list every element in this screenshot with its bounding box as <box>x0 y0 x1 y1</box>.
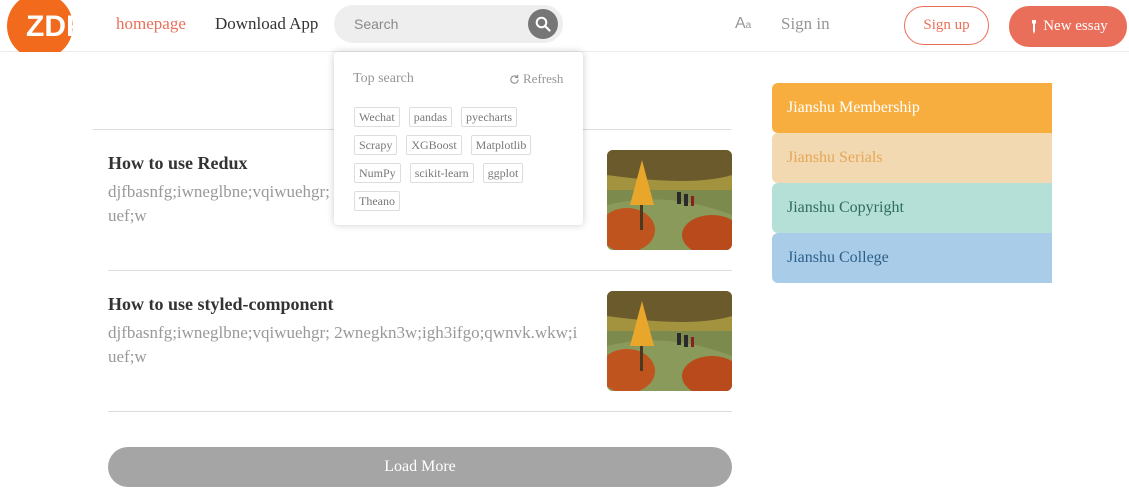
top-search-title: Top search <box>353 71 414 86</box>
top-navbar: ZDF homepage Download App Aa Sign in Sig… <box>0 0 1129 52</box>
search-tag[interactable]: Scrapy <box>354 135 398 155</box>
article-thumbnail[interactable] <box>607 291 732 391</box>
search-tag[interactable]: XGBoost <box>406 135 462 155</box>
autumn-landscape-image <box>607 291 732 391</box>
search-tag[interactable]: scikit-learn <box>409 163 474 183</box>
pen-icon <box>1032 19 1037 34</box>
page: ZDF homepage Download App Aa Sign in Sig… <box>0 0 1129 491</box>
nav-homepage-link[interactable]: homepage <box>116 14 186 34</box>
autumn-landscape-image <box>607 150 732 250</box>
article-description: djfbasnfg;iwneglbne;vqiwuehgr; 2wnegkn3w… <box>108 323 578 366</box>
load-more-button[interactable]: Load More <box>108 447 732 487</box>
zdf-logo-icon: ZDF <box>7 0 84 52</box>
board-jianshu-copyright[interactable]: Jianshu Copyright <box>772 183 1052 233</box>
article-title[interactable]: How to use styled-component <box>108 294 334 315</box>
nav-download-app-link[interactable]: Download App <box>215 14 318 34</box>
search-tag[interactable]: pandas <box>408 107 453 127</box>
board-jianshu-serials[interactable]: Jianshu Serials <box>772 133 1052 183</box>
logo[interactable]: ZDF <box>0 0 98 52</box>
font-size-icon[interactable]: Aa <box>735 15 751 33</box>
article-thumbnail[interactable] <box>607 150 732 250</box>
sign-up-button[interactable]: Sign up <box>904 6 989 45</box>
search-tag[interactable]: Wechat <box>354 107 400 127</box>
refresh-icon <box>510 74 519 84</box>
article-title[interactable]: How to use Redux <box>108 153 248 174</box>
search-tag[interactable]: NumPy <box>354 163 401 183</box>
search-suggestions-popup: Top search Refresh Wechat pandas pyecharts… <box>334 52 583 225</box>
search-tag[interactable]: ggplot <box>482 163 524 183</box>
search-tag[interactable]: pyecharts <box>461 107 517 127</box>
search-icon <box>535 16 551 32</box>
article-divider <box>108 411 732 412</box>
article-divider <box>108 270 732 271</box>
search-button[interactable] <box>528 9 558 39</box>
board-jianshu-membership[interactable]: Jianshu Membership <box>772 83 1052 133</box>
board-jianshu-college[interactable]: Jianshu College <box>772 233 1052 283</box>
top-search-tags: Wechat pandas pyecharts Scrapy XGBoost Matplo… <box>354 107 574 219</box>
new-essay-button[interactable]: New essay <box>1009 6 1127 47</box>
sign-in-link[interactable]: Sign in <box>781 14 830 34</box>
new-essay-label: New essay <box>1043 18 1108 34</box>
refresh-button[interactable]: Refresh <box>509 71 563 87</box>
refresh-label: Refresh <box>523 71 564 86</box>
search-input[interactable] <box>354 6 524 42</box>
search-tag[interactable]: Matplotlib <box>470 135 532 155</box>
search-box <box>334 5 563 43</box>
search-tag[interactable]: Theano <box>354 191 400 211</box>
logo-text: ZDF <box>26 10 84 43</box>
